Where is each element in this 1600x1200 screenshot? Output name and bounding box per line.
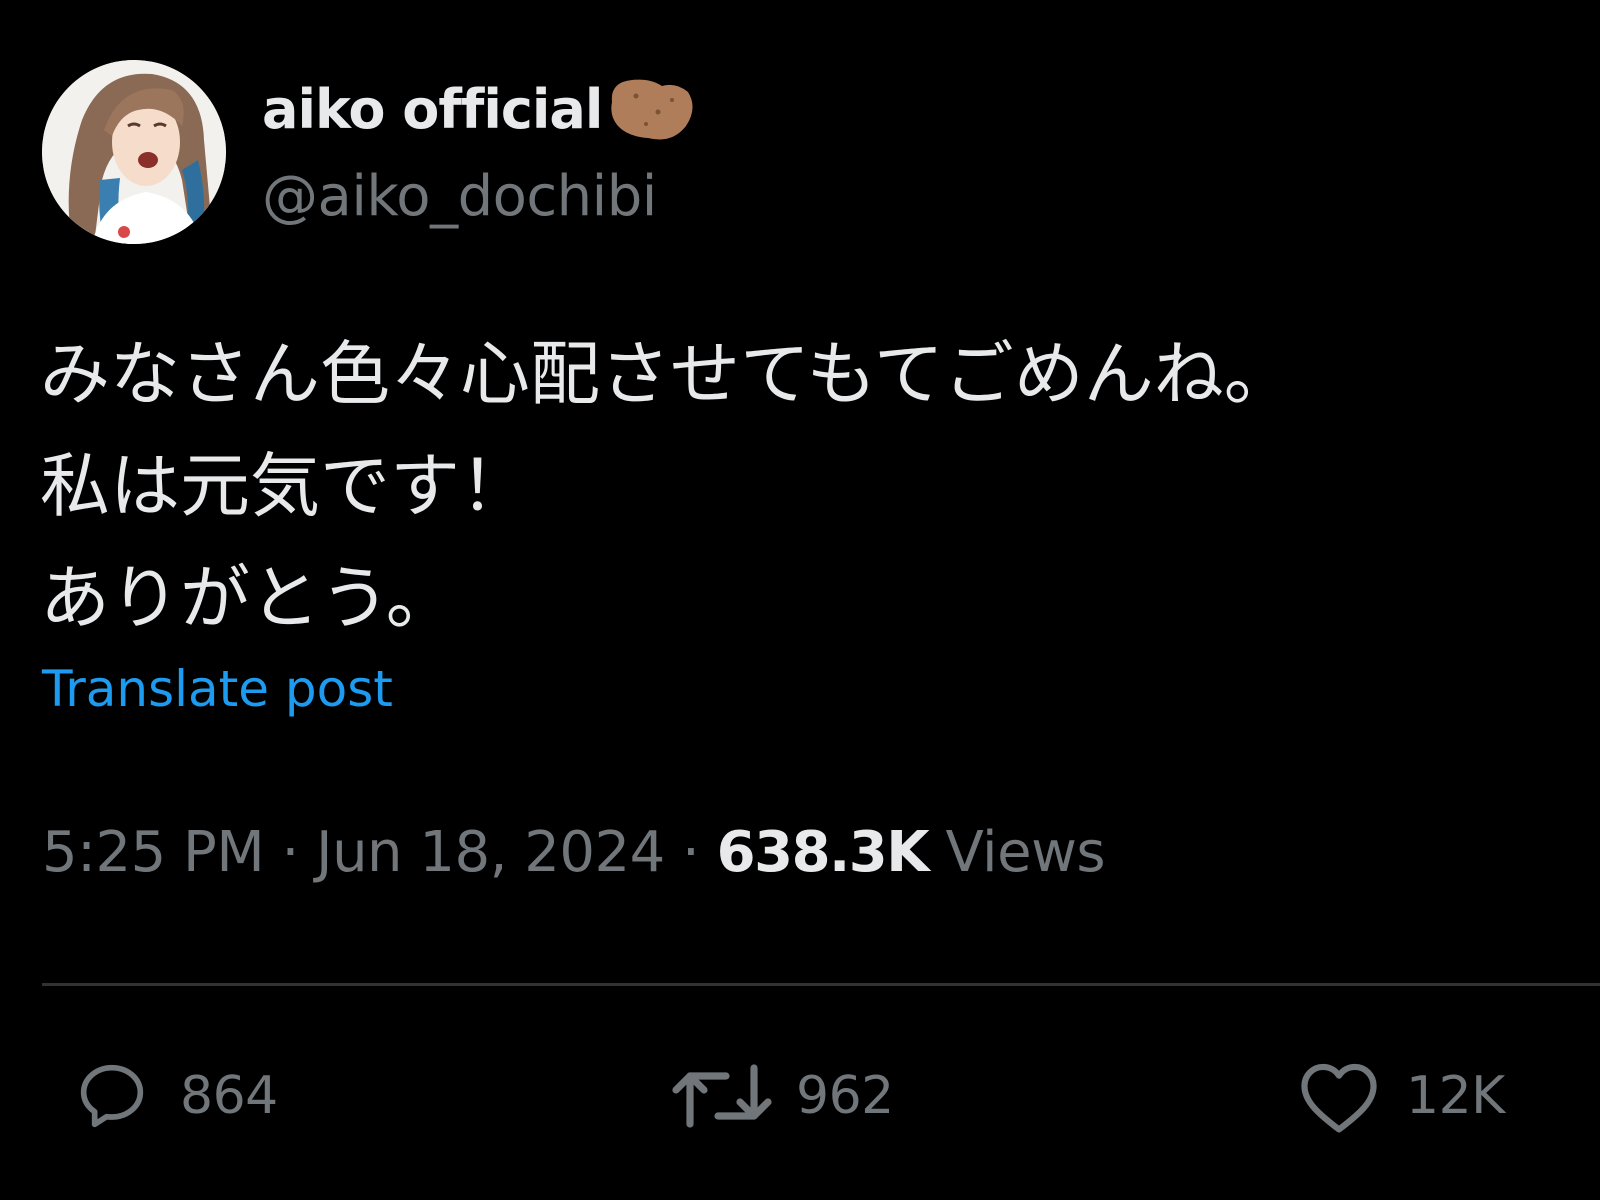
views-count: 638.3K bbox=[716, 820, 930, 885]
potato-icon bbox=[606, 72, 694, 146]
post-date[interactable]: Jun 18, 2024 bbox=[316, 820, 665, 885]
reply-icon bbox=[80, 1064, 144, 1128]
post-line: ありがとう。 bbox=[40, 557, 456, 639]
repost-button[interactable]: 962 bbox=[670, 1056, 894, 1136]
post-time[interactable]: 5:25 PM bbox=[42, 820, 265, 885]
display-name-row[interactable]: aiko official bbox=[262, 72, 694, 146]
views-label: Views bbox=[928, 820, 1106, 885]
like-count: 12K bbox=[1406, 1066, 1505, 1126]
display-name[interactable]: aiko official bbox=[262, 78, 603, 141]
repost-icon bbox=[672, 1064, 772, 1128]
post-line: みなさん色々心配させてもてごめんね。 bbox=[40, 333, 1294, 415]
avatar[interactable] bbox=[42, 60, 226, 244]
meta-separator: · bbox=[664, 820, 717, 885]
post-meta: 5:25 PM · Jun 18, 2024 · 638.3K Views bbox=[42, 820, 1106, 885]
post-text: みなさん色々心配させてもてごめんね。 私は元気です！ ありがとう。 bbox=[40, 318, 1294, 654]
reply-button[interactable]: 864 bbox=[66, 1056, 278, 1136]
reply-count: 864 bbox=[180, 1066, 278, 1126]
translate-post-link[interactable]: Translate post bbox=[42, 660, 393, 718]
avatar-image bbox=[42, 60, 226, 244]
post-line: 私は元気です！ bbox=[40, 445, 530, 527]
heart-icon bbox=[1301, 1063, 1377, 1133]
like-button[interactable]: 12K bbox=[1294, 1056, 1505, 1136]
divider bbox=[42, 983, 1600, 986]
tweet-card: aiko official @aiko_dochibi みなさん色々心配させても… bbox=[0, 0, 1600, 1200]
handle[interactable]: @aiko_dochibi bbox=[262, 164, 657, 229]
meta-separator: · bbox=[264, 820, 317, 885]
repost-count: 962 bbox=[796, 1066, 894, 1126]
